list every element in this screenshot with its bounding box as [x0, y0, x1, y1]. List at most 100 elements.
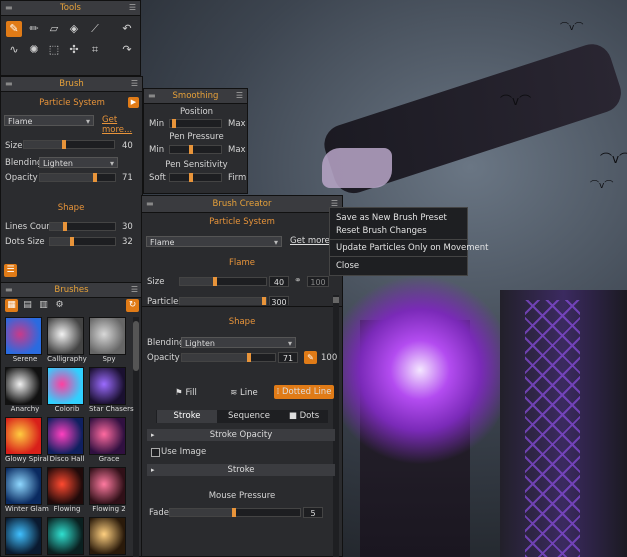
- brush-preview: [47, 417, 84, 455]
- subtab-sequence[interactable]: Sequence: [219, 410, 279, 423]
- menu-close[interactable]: Close: [336, 261, 359, 271]
- smudge-icon[interactable]: ∿: [6, 42, 22, 58]
- fill-icon[interactable]: ◈: [66, 21, 82, 37]
- stroke-opacity-bar[interactable]: ▸ Stroke Opacity: [147, 429, 335, 441]
- opacity-slider[interactable]: [39, 173, 116, 182]
- brush-set-icon[interactable]: ⚙: [53, 299, 66, 312]
- bat-icon: ⌒v⌒: [590, 181, 614, 191]
- panel-menu-icon[interactable]: ☰: [129, 1, 136, 15]
- panel-grip[interactable]: ▬: [5, 77, 13, 91]
- eyedropper-icon[interactable]: ⟋: [87, 21, 103, 37]
- transform-icon[interactable]: ✣: [66, 42, 82, 58]
- brush-thumbnail[interactable]: Flowing 2: [89, 467, 129, 513]
- fade-slider[interactable]: [169, 508, 301, 517]
- subtab-stroke[interactable]: Stroke: [157, 410, 217, 423]
- select-rect-icon[interactable]: ⬚: [46, 42, 62, 58]
- brush-thumbnail[interactable]: Star Chasers: [89, 367, 134, 413]
- panel-grip[interactable]: ▬: [148, 89, 156, 103]
- undo-icon[interactable]: ↶: [119, 21, 135, 37]
- use-image-checkbox[interactable]: [151, 448, 160, 457]
- tab-dotted-line[interactable]: ⁞ Dotted Line: [274, 385, 334, 399]
- creator-size-value[interactable]: 40: [269, 276, 289, 287]
- import-brush-icon[interactable]: ↻: [126, 299, 139, 312]
- creator-opacity-slider[interactable]: [181, 353, 276, 362]
- tab-fill[interactable]: ⚑ Fill: [164, 386, 208, 400]
- brush-thumbnail[interactable]: Calligraphy: [47, 317, 87, 363]
- grid-view-icon[interactable]: ▦: [5, 299, 18, 312]
- creator-opacity-label: Opacity: [147, 353, 180, 363]
- brush-thumbnail[interactable]: Spy: [89, 317, 129, 363]
- brush-preview: [89, 367, 126, 405]
- crop-icon[interactable]: ⌗: [87, 42, 103, 58]
- pen-sensitivity-label: Pen Sensitivity: [165, 160, 228, 170]
- panel-grip[interactable]: ▬: [5, 283, 13, 297]
- lines-count-slider[interactable]: [49, 222, 116, 231]
- brush-thumbnail[interactable]: Colorib: [47, 367, 87, 413]
- play-icon[interactable]: ▶: [128, 97, 139, 108]
- panel-grip[interactable]: ▬: [146, 196, 154, 212]
- size-value[interactable]: 40: [122, 141, 133, 151]
- panel-grip[interactable]: ▬: [5, 1, 13, 15]
- particles-slider[interactable]: [179, 297, 267, 305]
- brush-thumbnail[interactable]: Flowing: [47, 467, 87, 513]
- link-icon[interactable]: ⚭: [294, 276, 302, 286]
- brush-thumbnail[interactable]: Winter Glam: [5, 467, 49, 513]
- pencil-icon[interactable]: ✏: [26, 21, 42, 37]
- creator-opacity-max[interactable]: 100: [321, 353, 337, 363]
- size-slider[interactable]: [23, 140, 115, 149]
- subtab-dots[interactable]: ■ Dots: [281, 410, 327, 423]
- brush-thumbnail[interactable]: Serene: [5, 317, 45, 363]
- brush-preview: [47, 367, 84, 405]
- get-more-link[interactable]: Get more...: [102, 115, 142, 135]
- pen-pressure-slider[interactable]: [169, 145, 222, 154]
- fade-value[interactable]: 5: [303, 507, 323, 518]
- brush-icon[interactable]: ✎: [6, 21, 22, 37]
- pen-pressure-label: Pen Pressure: [169, 132, 224, 142]
- lines-count-value[interactable]: 30: [122, 222, 133, 232]
- list-view-icon[interactable]: ▤: [21, 299, 34, 312]
- brush-thumbnail[interactable]: Anarchy: [5, 367, 45, 413]
- brush-settings-icon[interactable]: ☰: [4, 264, 17, 277]
- position-slider[interactable]: [169, 119, 222, 128]
- square-icon: ■: [288, 411, 300, 421]
- redo-icon[interactable]: ↷: [119, 42, 135, 58]
- pen-sensitivity-slider[interactable]: [169, 173, 222, 182]
- opacity-value[interactable]: 71: [122, 173, 133, 183]
- brush-thumbnail[interactable]: [5, 517, 45, 555]
- use-image-label: Use Image: [161, 447, 207, 457]
- brushes-scrollbar[interactable]: [133, 317, 139, 557]
- brush-thumbnail[interactable]: Disco Hall: [47, 417, 87, 463]
- creator-size-max[interactable]: 100: [307, 276, 329, 287]
- brush-name: Spy: [102, 355, 116, 363]
- stroke-bar[interactable]: ▸ Stroke: [147, 464, 335, 476]
- menu-save-preset[interactable]: Save as New Brush Preset: [336, 213, 447, 223]
- pressure-toggle-icon[interactable]: ✎: [304, 351, 317, 364]
- dots-size-value[interactable]: 32: [122, 237, 133, 247]
- blending-dropdown[interactable]: Lighten: [39, 157, 118, 169]
- dots-size-slider[interactable]: [49, 237, 116, 246]
- creator-opacity-value[interactable]: 71: [278, 352, 298, 363]
- panel-menu-icon[interactable]: ☰: [131, 77, 138, 91]
- brush-panel: ▬ Brush ☰ Particle System ▶ Flame Get more…: [0, 76, 143, 286]
- particles-value[interactable]: 300: [269, 296, 289, 305]
- particle-icon[interactable]: ✺: [26, 42, 42, 58]
- brush-thumbnail[interactable]: [47, 517, 87, 555]
- creator-size-slider[interactable]: [179, 277, 267, 286]
- creator-blending-dropdown[interactable]: Lighten: [181, 337, 296, 349]
- compact-view-icon[interactable]: ▥: [37, 299, 50, 312]
- creator-preset-dropdown[interactable]: Flame: [146, 236, 282, 248]
- brush-thumbnail[interactable]: Glowy Spiral: [5, 417, 49, 463]
- brush-thumbnail[interactable]: Grace: [89, 417, 129, 463]
- panel-menu-icon[interactable]: ☰: [236, 89, 243, 103]
- creator-scrollbar[interactable]: [333, 295, 339, 557]
- eraser-icon[interactable]: ▱: [46, 21, 62, 37]
- creator-context-menu: Save as New Brush Preset Reset Brush Cha…: [329, 207, 489, 276]
- panel-menu-icon[interactable]: ☰: [131, 283, 138, 297]
- tab-line[interactable]: ≋ Line: [222, 386, 266, 400]
- brush-preview: [5, 467, 42, 505]
- menu-update-on-movement[interactable]: Update Particles Only on Movement: [336, 243, 489, 253]
- menu-reset-changes[interactable]: Reset Brush Changes: [336, 226, 427, 236]
- brush-thumbnail[interactable]: [89, 517, 129, 555]
- brush-preview: [5, 317, 42, 355]
- preset-dropdown[interactable]: Flame: [4, 115, 94, 127]
